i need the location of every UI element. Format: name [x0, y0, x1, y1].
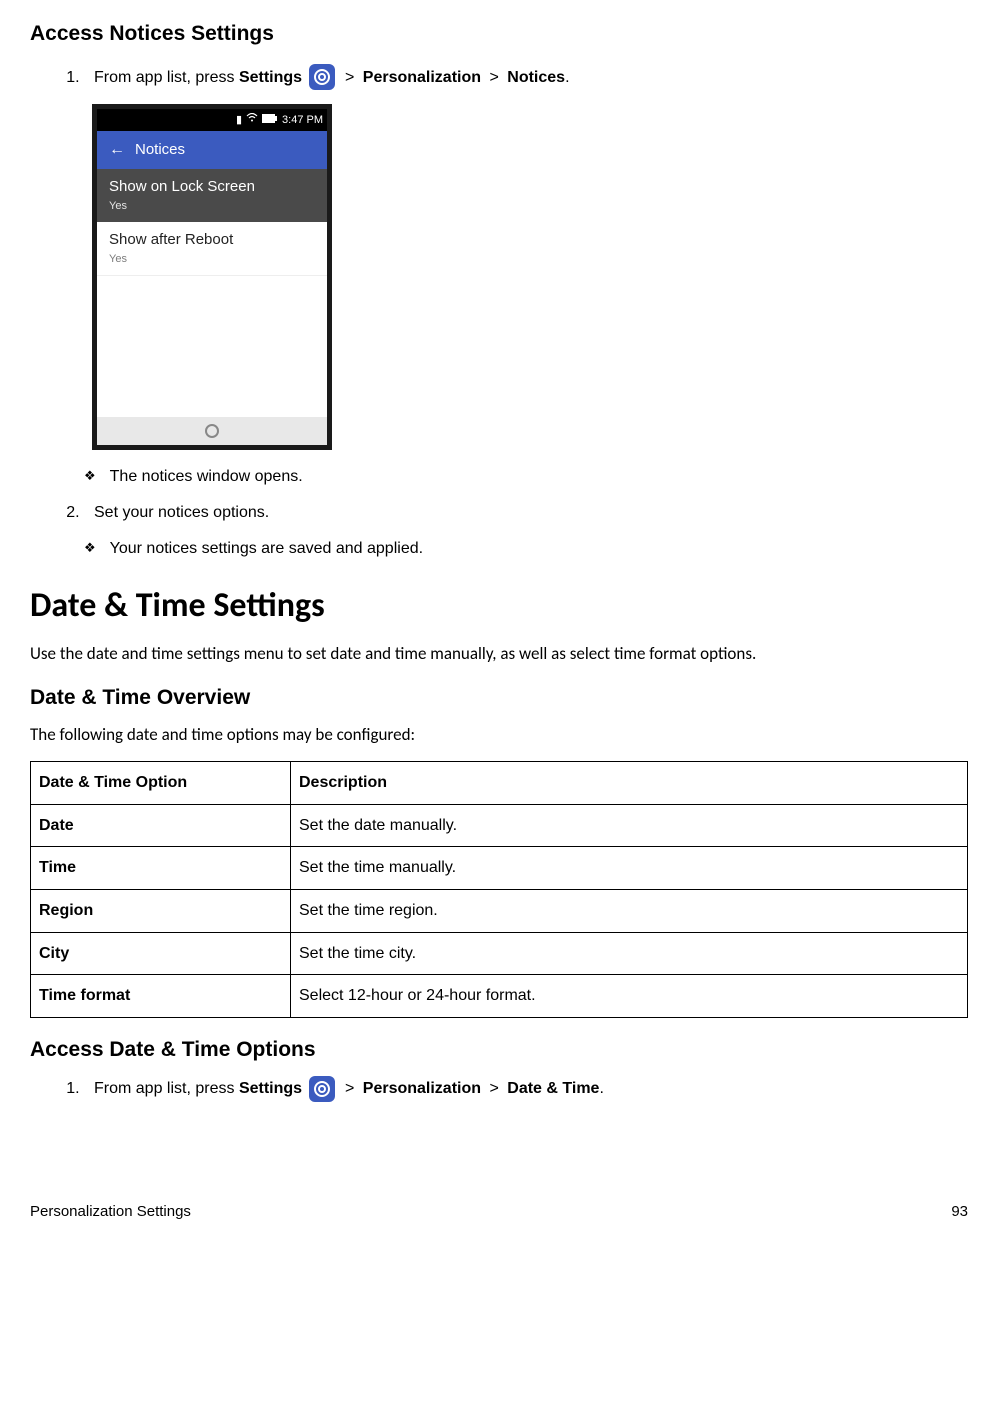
- breadcrumb-separator: >: [345, 69, 354, 86]
- date-time-options-table: Date & Time Option Description Date Set …: [30, 761, 968, 1018]
- steps-notices-2: Set your notices options.: [30, 502, 968, 524]
- phone-item-label: Show on Lock Screen: [109, 177, 315, 197]
- step1-prefix: From app list, press: [94, 1080, 239, 1097]
- td-option: Date: [31, 804, 291, 847]
- bullet-text: Your notices settings are saved and appl…: [110, 540, 423, 557]
- step1-prefix: From app list, press: [94, 69, 239, 86]
- bullets-notices-2: Your notices settings are saved and appl…: [30, 538, 968, 560]
- td-desc: Set the time region.: [291, 890, 968, 933]
- page-footer: Personalization Settings 93: [30, 1202, 968, 1222]
- phone-clock: 3:47 PM: [282, 113, 323, 128]
- step1-path1: Personalization: [363, 69, 481, 86]
- step-1: From app list, press Settings > Personal…: [84, 64, 968, 90]
- table-row: Time format Select 12-hour or 24-hour fo…: [31, 975, 968, 1018]
- td-option: City: [31, 932, 291, 975]
- step1-settings-label: Settings: [239, 69, 302, 86]
- table-header-row: Date & Time Option Description: [31, 762, 968, 805]
- step1-path2: Notices: [507, 69, 565, 86]
- signal-icon: ▮: [236, 113, 242, 128]
- td-desc: Set the time city.: [291, 932, 968, 975]
- steps-notices: From app list, press Settings > Personal…: [30, 64, 968, 90]
- phone-status-bar: ▮ 3:47 PM: [97, 109, 327, 131]
- settings-gear-icon: [309, 64, 335, 90]
- home-circle-icon: [205, 424, 219, 438]
- table-row: Time Set the time manually.: [31, 847, 968, 890]
- battery-icon: [262, 113, 278, 128]
- date-time-intro: Use the date and time settings menu to s…: [30, 643, 968, 666]
- period: .: [565, 69, 569, 86]
- phone-screenshot-notices: ▮ 3:47 PM ← Notices Show on Lock Screen …: [92, 104, 332, 450]
- back-arrow-icon: ←: [109, 139, 125, 161]
- breadcrumb-separator: >: [345, 1080, 354, 1097]
- bullet-text: The notices window opens.: [110, 468, 303, 485]
- td-desc: Select 12-hour or 24-hour format.: [291, 975, 968, 1018]
- breadcrumb-separator: >: [489, 69, 498, 86]
- step1-path1: Personalization: [363, 1080, 481, 1097]
- heading-dt-overview: Date & Time Overview: [30, 684, 968, 712]
- table-intro: The following date and time options may …: [30, 724, 968, 747]
- phone-item-value: Yes: [109, 252, 315, 267]
- th-option: Date & Time Option: [31, 762, 291, 805]
- table-row: City Set the time city.: [31, 932, 968, 975]
- td-desc: Set the date manually.: [291, 804, 968, 847]
- steps-dt: From app list, press Settings > Personal…: [30, 1076, 968, 1102]
- phone-item-label: Show after Reboot: [109, 230, 315, 250]
- table-row: Region Set the time region.: [31, 890, 968, 933]
- heading-date-time: Date & Time Settings: [30, 583, 968, 629]
- th-description: Description: [291, 762, 968, 805]
- footer-page-number: 93: [951, 1202, 968, 1222]
- phone-navbar: [97, 417, 327, 445]
- wifi-icon: [246, 113, 258, 128]
- step-2: Set your notices options.: [84, 502, 968, 524]
- step2-text: Set your notices options.: [94, 504, 269, 521]
- footer-left: Personalization Settings: [30, 1202, 191, 1222]
- step-1-dt: From app list, press Settings > Personal…: [84, 1076, 968, 1102]
- phone-title: Notices: [135, 140, 185, 160]
- bullet-notices-opens: The notices window opens.: [84, 466, 968, 488]
- td-option: Time format: [31, 975, 291, 1018]
- bullets-notices-1: The notices window opens.: [30, 466, 968, 488]
- period: .: [599, 1080, 603, 1097]
- settings-gear-icon: [309, 1076, 335, 1102]
- td-option: Region: [31, 890, 291, 933]
- td-option: Time: [31, 847, 291, 890]
- td-desc: Set the time manually.: [291, 847, 968, 890]
- phone-item-reboot: Show after Reboot Yes: [97, 222, 327, 276]
- step1-settings-label: Settings: [239, 1080, 302, 1097]
- phone-titlebar: ← Notices: [97, 131, 327, 169]
- breadcrumb-separator: >: [489, 1080, 498, 1097]
- phone-item-value: Yes: [109, 199, 315, 214]
- step1-path2: Date & Time: [507, 1080, 599, 1097]
- phone-item-lockscreen: Show on Lock Screen Yes: [97, 169, 327, 222]
- heading-access-notices: Access Notices Settings: [30, 20, 968, 48]
- heading-access-dt-options: Access Date & Time Options: [30, 1036, 968, 1064]
- bullet-notices-saved: Your notices settings are saved and appl…: [84, 538, 968, 560]
- table-row: Date Set the date manually.: [31, 804, 968, 847]
